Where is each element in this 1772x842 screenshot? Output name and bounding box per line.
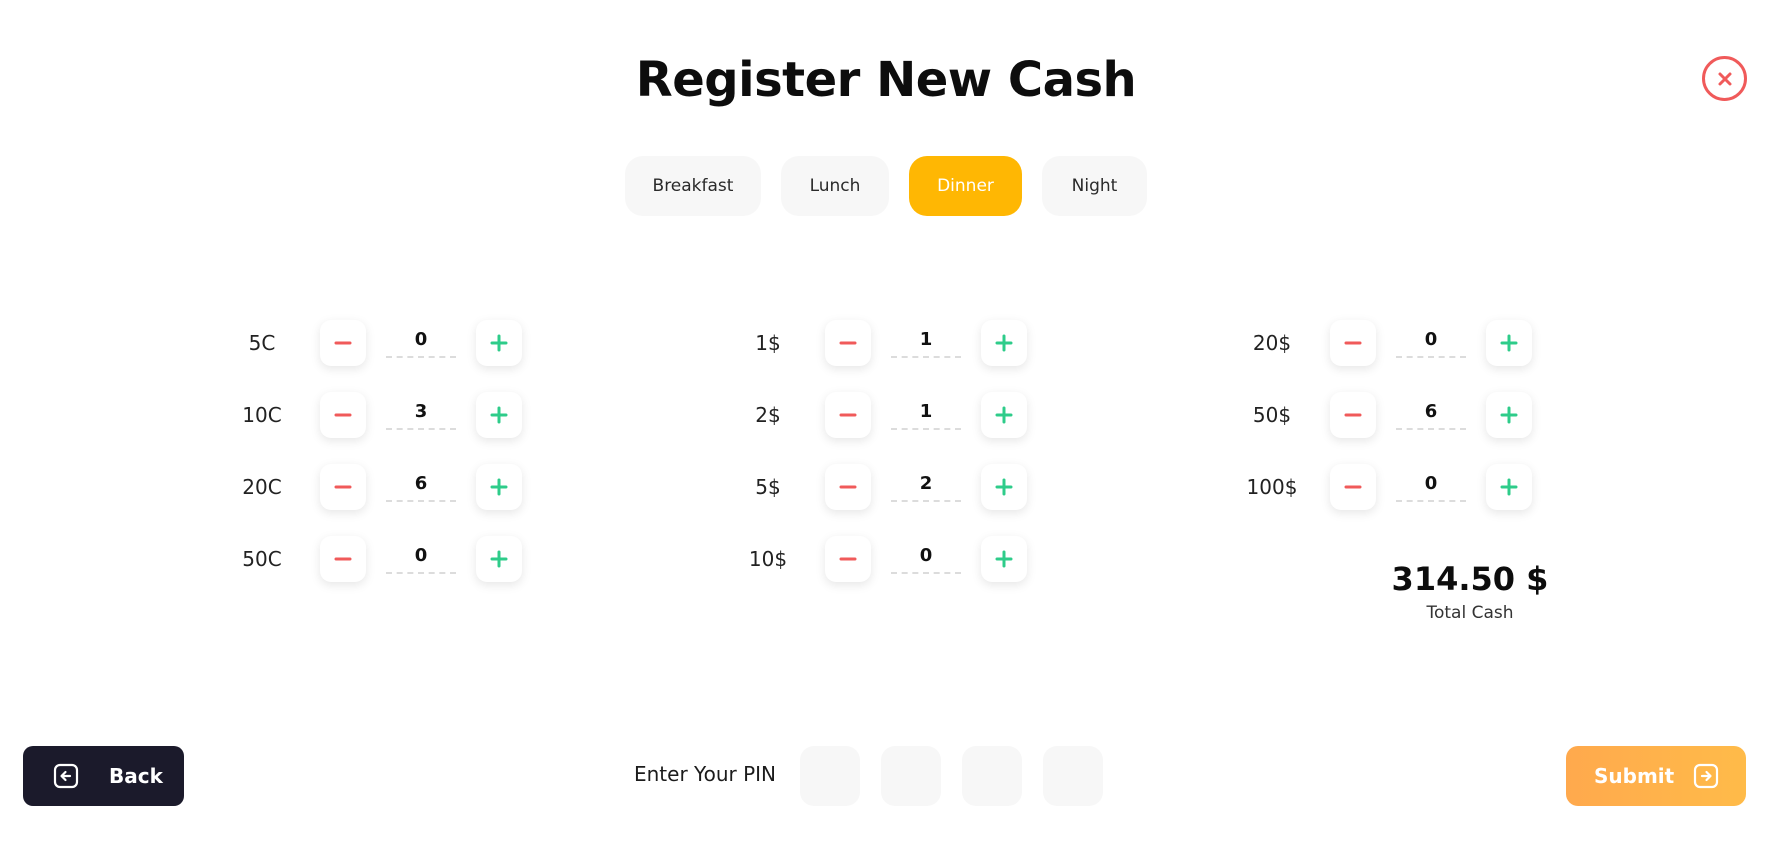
minus-icon xyxy=(1344,413,1362,417)
quantity-value-100-dollar[interactable]: 0 xyxy=(1396,473,1466,502)
decrement-button-10-cent[interactable] xyxy=(320,392,366,438)
denomination-label: 2$ xyxy=(755,403,781,427)
plus-icon xyxy=(995,334,1013,352)
back-label: Back xyxy=(109,764,163,788)
decrement-button-20-cent[interactable] xyxy=(320,464,366,510)
minus-icon xyxy=(1344,485,1362,489)
decrement-button-2-dollar[interactable] xyxy=(825,392,871,438)
quantity-value-5-cent[interactable]: 0 xyxy=(386,329,456,358)
increment-button-20-dollar[interactable] xyxy=(1486,320,1532,366)
denomination-label: 5$ xyxy=(755,475,781,499)
minus-icon xyxy=(334,485,352,489)
close-button[interactable] xyxy=(1702,56,1747,101)
quantity-value-10-cent[interactable]: 3 xyxy=(386,401,456,430)
decrement-button-20-dollar[interactable] xyxy=(1330,320,1376,366)
plus-icon xyxy=(995,550,1013,568)
plus-icon xyxy=(490,406,508,424)
quantity-value-50-cent[interactable]: 0 xyxy=(386,545,456,574)
tab-dinner[interactable]: Dinner xyxy=(909,156,1022,216)
plus-icon xyxy=(490,550,508,568)
plus-icon xyxy=(995,406,1013,424)
meal-tabs: Breakfast Lunch Dinner Night xyxy=(0,156,1772,216)
minus-icon xyxy=(839,341,857,345)
minus-icon xyxy=(839,557,857,561)
denomination-label: 100$ xyxy=(1246,475,1298,499)
increment-button-10-dollar[interactable] xyxy=(981,536,1027,582)
pin-digit-4[interactable] xyxy=(1043,746,1103,806)
increment-button-1-dollar[interactable] xyxy=(981,320,1027,366)
denomination-label: 5C xyxy=(248,331,276,355)
decrement-button-5-cent[interactable] xyxy=(320,320,366,366)
increment-button-5-dollar[interactable] xyxy=(981,464,1027,510)
plus-icon xyxy=(1500,406,1518,424)
quantity-value-5-dollar[interactable]: 2 xyxy=(891,473,961,502)
increment-button-2-dollar[interactable] xyxy=(981,392,1027,438)
minus-icon xyxy=(334,557,352,561)
quantity-value-10-dollar[interactable]: 0 xyxy=(891,545,961,574)
denomination-label: 10$ xyxy=(748,547,788,571)
increment-button-100-dollar[interactable] xyxy=(1486,464,1532,510)
pin-digit-3[interactable] xyxy=(962,746,1022,806)
submit-label: Submit xyxy=(1594,764,1675,788)
denomination-label: 50C xyxy=(242,547,282,571)
quantity-value-50-dollar[interactable]: 6 xyxy=(1396,401,1466,430)
arrow-left-box-icon xyxy=(53,763,79,789)
decrement-button-1-dollar[interactable] xyxy=(825,320,871,366)
denomination-label: 10C xyxy=(242,403,282,427)
total-cash-label: Total Cash xyxy=(1426,603,1514,623)
plus-icon xyxy=(490,334,508,352)
quantity-value-20-dollar[interactable]: 0 xyxy=(1396,329,1466,358)
back-button[interactable]: Back xyxy=(23,746,184,806)
tab-breakfast[interactable]: Breakfast xyxy=(625,156,761,216)
plus-icon xyxy=(1500,478,1518,496)
increment-button-20-cent[interactable] xyxy=(476,464,522,510)
quantity-value-1-dollar[interactable]: 1 xyxy=(891,329,961,358)
increment-button-5-cent[interactable] xyxy=(476,320,522,366)
arrow-right-box-icon xyxy=(1693,763,1719,789)
denomination-label: 20C xyxy=(242,475,282,499)
minus-icon xyxy=(1344,341,1362,345)
denomination-label: 20$ xyxy=(1252,331,1292,355)
minus-icon xyxy=(334,341,352,345)
submit-button[interactable]: Submit xyxy=(1566,746,1746,806)
plus-icon xyxy=(995,478,1013,496)
minus-icon xyxy=(334,413,352,417)
increment-button-50-cent[interactable] xyxy=(476,536,522,582)
close-icon xyxy=(1718,72,1731,85)
increment-button-10-cent[interactable] xyxy=(476,392,522,438)
denomination-label: 1$ xyxy=(755,331,781,355)
pin-digit-1[interactable] xyxy=(800,746,860,806)
decrement-button-50-cent[interactable] xyxy=(320,536,366,582)
pin-digit-2[interactable] xyxy=(881,746,941,806)
tab-night[interactable]: Night xyxy=(1042,156,1147,216)
plus-icon xyxy=(1500,334,1518,352)
decrement-button-100-dollar[interactable] xyxy=(1330,464,1376,510)
decrement-button-50-dollar[interactable] xyxy=(1330,392,1376,438)
total-cash-value: 314.50 $ xyxy=(1391,560,1549,598)
plus-icon xyxy=(490,478,508,496)
tab-lunch[interactable]: Lunch xyxy=(781,156,889,216)
quantity-value-2-dollar[interactable]: 1 xyxy=(891,401,961,430)
increment-button-50-dollar[interactable] xyxy=(1486,392,1532,438)
page-title: Register New Cash xyxy=(635,52,1137,108)
denomination-label: 50$ xyxy=(1252,403,1292,427)
pin-label: Enter Your PIN xyxy=(633,762,776,786)
minus-icon xyxy=(839,413,857,417)
minus-icon xyxy=(839,485,857,489)
decrement-button-10-dollar[interactable] xyxy=(825,536,871,582)
decrement-button-5-dollar[interactable] xyxy=(825,464,871,510)
quantity-value-20-cent[interactable]: 6 xyxy=(386,473,456,502)
